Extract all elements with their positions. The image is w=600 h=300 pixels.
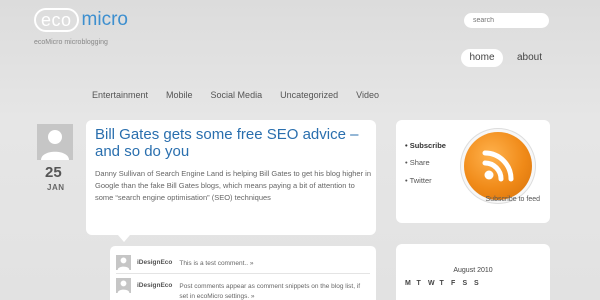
share-widget: • Subscribe • Share • Twitter Subscribe …	[396, 120, 550, 223]
subscribe-feed-link[interactable]: Subscribe to feed	[396, 196, 550, 203]
post-date-day: 25	[45, 164, 62, 181]
weekday-label: T	[439, 280, 444, 287]
weekday-label: F	[451, 280, 456, 287]
user-silhouette-icon	[117, 257, 130, 270]
comment-item: iDesignEco Post comments appear as comme…	[116, 278, 370, 300]
search-input[interactable]	[464, 13, 549, 28]
comment-text-link[interactable]: This is a test comment.. »	[179, 259, 253, 269]
logo-micro-text: micro	[81, 9, 128, 30]
post-date-month: JAN	[47, 183, 65, 192]
category-link-uncategorized[interactable]: Uncategorized	[280, 90, 338, 100]
category-link-video[interactable]: Video	[356, 90, 379, 100]
subscribe-link[interactable]: • Subscribe	[405, 141, 446, 150]
logo-eco-text: eco	[34, 8, 79, 32]
comments-panel: iDesignEco This is a test comment.. » iD…	[110, 246, 376, 300]
weekday-label: S	[474, 280, 479, 287]
site-tagline: ecoMicro microblogging	[34, 39, 108, 46]
comment-text-link[interactable]: Post comments appear as comment snippets…	[179, 282, 370, 300]
commenter-avatar	[116, 255, 131, 270]
comment-author: iDesignEco	[137, 259, 173, 266]
twitter-link[interactable]: • Twitter	[405, 176, 432, 185]
comment-author: iDesignEco	[137, 282, 173, 289]
site-logo[interactable]: eco micro	[34, 8, 128, 32]
category-link-social-media[interactable]: Social Media	[211, 90, 263, 100]
calendar-widget: August 2010 M T W T F S S	[396, 244, 550, 300]
commenter-avatar	[116, 278, 131, 293]
calendar-month-title: August 2010	[453, 267, 493, 274]
weekday-label: M	[405, 280, 411, 287]
category-link-mobile[interactable]: Mobile	[166, 90, 193, 100]
post-title-link[interactable]: Bill Gates gets some free SEO advice – a…	[95, 126, 370, 160]
author-avatar	[37, 124, 73, 160]
user-silhouette-icon	[117, 280, 130, 293]
post-pointer-arrow	[118, 235, 130, 242]
comment-item: iDesignEco This is a test comment.. »	[116, 255, 370, 270]
weekday-label: S	[462, 280, 468, 287]
post-card: Bill Gates gets some free SEO advice – a…	[86, 120, 376, 235]
nav-home-link[interactable]: home	[461, 49, 503, 67]
user-silhouette-icon	[41, 130, 69, 160]
weekday-label: W	[428, 280, 435, 287]
share-link[interactable]: • Share	[405, 158, 430, 167]
post-excerpt: Danny Sullivan of Search Engine Land is …	[95, 169, 372, 202]
rss-feed-icon[interactable]	[464, 132, 532, 200]
nav-about-link[interactable]: about	[517, 52, 542, 63]
category-link-entertainment[interactable]: Entertainment	[92, 90, 148, 100]
comment-divider	[116, 273, 370, 274]
calendar-weekday-header: M T W T F S S	[405, 280, 486, 287]
weekday-label: T	[416, 280, 421, 287]
category-nav: Entertainment Mobile Social Media Uncate…	[92, 90, 397, 100]
